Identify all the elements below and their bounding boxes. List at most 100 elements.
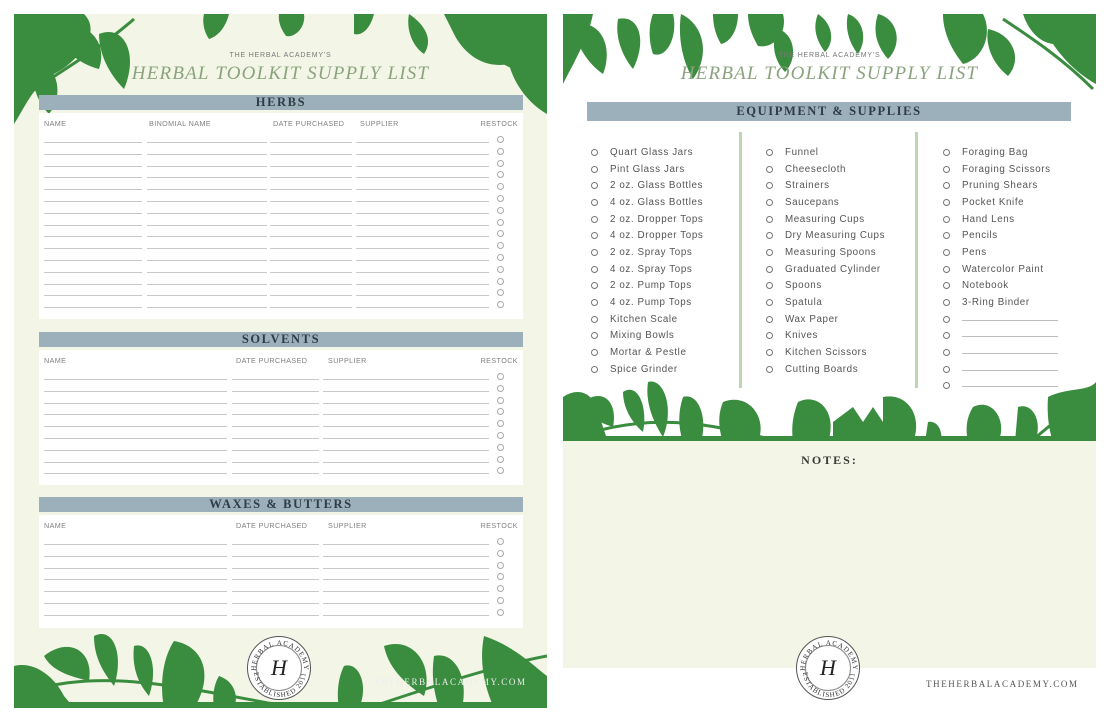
checkbox-circle-icon[interactable] (766, 165, 773, 173)
checkbox-circle-icon[interactable] (766, 332, 773, 340)
checkbox-circle-icon[interactable] (766, 198, 773, 206)
checkbox-circle-icon[interactable] (591, 248, 598, 256)
checklist-item[interactable]: Dry Measuring Cups (766, 227, 885, 244)
checkbox-circle-icon[interactable] (591, 349, 598, 357)
entry-line[interactable] (323, 402, 489, 404)
entry-line[interactable] (44, 260, 142, 261)
entry-line[interactable] (270, 248, 352, 250)
checkbox-circle-icon[interactable] (766, 349, 773, 357)
restock-checkbox[interactable] (497, 254, 504, 261)
restock-checkbox[interactable] (497, 467, 504, 475)
entry-line[interactable] (356, 165, 489, 167)
entry-line[interactable] (147, 201, 267, 202)
entry-line[interactable] (44, 248, 142, 250)
entry-line[interactable] (356, 307, 489, 309)
entry-line[interactable] (270, 307, 352, 309)
entry-line[interactable] (232, 603, 319, 604)
checkbox-circle-icon[interactable] (766, 182, 773, 190)
restock-checkbox[interactable] (497, 443, 504, 451)
entry-line[interactable] (270, 260, 352, 261)
restock-checkbox[interactable] (497, 171, 504, 179)
checkbox-circle-icon[interactable] (943, 165, 950, 173)
entry-line[interactable] (270, 236, 352, 238)
entry-line[interactable] (147, 177, 267, 179)
checkbox-circle-icon[interactable] (766, 248, 773, 256)
restock-checkbox[interactable] (497, 384, 504, 392)
restock-checkbox[interactable] (497, 549, 504, 557)
entry-line[interactable] (270, 271, 352, 273)
entry-line[interactable] (323, 461, 489, 463)
entry-line[interactable] (232, 567, 319, 569)
entry-line[interactable] (232, 449, 319, 451)
checkbox-circle-icon[interactable] (591, 265, 598, 273)
entry-line[interactable] (44, 555, 227, 557)
checklist-item[interactable]: 4 oz. Spray Tops (591, 261, 703, 278)
entry-line[interactable] (270, 177, 352, 179)
checklist-item[interactable]: Pens (943, 244, 1058, 261)
entry-line[interactable] (270, 165, 352, 167)
checklist-item[interactable]: Quart Glass Jars (591, 144, 703, 161)
entry-line[interactable] (44, 283, 142, 285)
checklist-item[interactable]: Wax Paper (766, 311, 885, 328)
entry-line[interactable] (232, 461, 319, 463)
entry-line[interactable] (270, 189, 352, 191)
entry-line[interactable] (44, 189, 142, 191)
blank-checklist-item[interactable] (943, 344, 1058, 361)
checklist-item[interactable]: Spoons (766, 278, 885, 295)
restock-checkbox[interactable] (497, 289, 504, 297)
entry-line[interactable] (147, 165, 267, 167)
checklist-item[interactable]: Kitchen Scale (591, 311, 703, 328)
entry-line[interactable] (356, 248, 489, 250)
entry-line[interactable] (44, 212, 142, 214)
checklist-item[interactable]: Strainers (766, 177, 885, 194)
entry-line[interactable] (323, 414, 489, 416)
checklist-item[interactable]: Pint Glass Jars (591, 161, 703, 178)
checkbox-circle-icon[interactable] (591, 299, 598, 307)
restock-checkbox[interactable] (497, 373, 504, 380)
entry-line[interactable] (44, 307, 142, 309)
restock-checkbox[interactable] (497, 432, 504, 439)
checkbox-circle-icon[interactable] (591, 332, 598, 340)
checkbox-circle-icon[interactable] (943, 265, 950, 273)
restock-checkbox[interactable] (497, 218, 504, 226)
entry-line[interactable] (270, 201, 352, 202)
entry-line[interactable] (44, 449, 227, 451)
checkbox-circle-icon[interactable] (591, 365, 598, 373)
entry-line[interactable] (147, 212, 267, 214)
entry-line[interactable] (44, 603, 227, 604)
checklist-item[interactable]: 2 oz. Spray Tops (591, 244, 703, 261)
restock-checkbox[interactable] (497, 573, 504, 581)
checkbox-circle-icon[interactable] (943, 215, 950, 223)
entry-line[interactable] (147, 248, 267, 250)
entry-line[interactable] (323, 567, 489, 569)
entry-line[interactable] (44, 614, 227, 616)
restock-checkbox[interactable] (497, 183, 504, 191)
entry-line[interactable] (44, 177, 142, 179)
entry-line[interactable] (147, 283, 267, 285)
entry-line[interactable] (356, 271, 489, 273)
restock-checkbox[interactable] (497, 206, 504, 214)
entry-line[interactable] (323, 449, 489, 451)
checklist-item[interactable]: Foraging Scissors (943, 161, 1058, 178)
blank-checklist-item[interactable] (943, 361, 1058, 378)
write-in-line[interactable] (962, 336, 1058, 338)
checklist-item[interactable]: 4 oz. Pump Tops (591, 294, 703, 311)
checklist-item[interactable]: Pencils (943, 227, 1058, 244)
entry-line[interactable] (44, 236, 142, 238)
restock-checkbox[interactable] (497, 277, 504, 285)
entry-line[interactable] (270, 283, 352, 285)
entry-line[interactable] (356, 236, 489, 238)
entry-line[interactable] (356, 189, 489, 191)
entry-line[interactable] (323, 379, 489, 380)
entry-line[interactable] (44, 567, 227, 569)
checklist-item[interactable]: Foraging Bag (943, 144, 1058, 161)
restock-checkbox[interactable] (497, 585, 504, 593)
entry-line[interactable] (44, 402, 227, 404)
entry-line[interactable] (356, 283, 489, 285)
checkbox-circle-icon[interactable] (591, 165, 598, 173)
entry-line[interactable] (270, 295, 352, 297)
restock-checkbox[interactable] (497, 136, 504, 143)
entry-line[interactable] (147, 307, 267, 309)
restock-checkbox[interactable] (497, 230, 504, 238)
checkbox-circle-icon[interactable] (591, 282, 598, 290)
